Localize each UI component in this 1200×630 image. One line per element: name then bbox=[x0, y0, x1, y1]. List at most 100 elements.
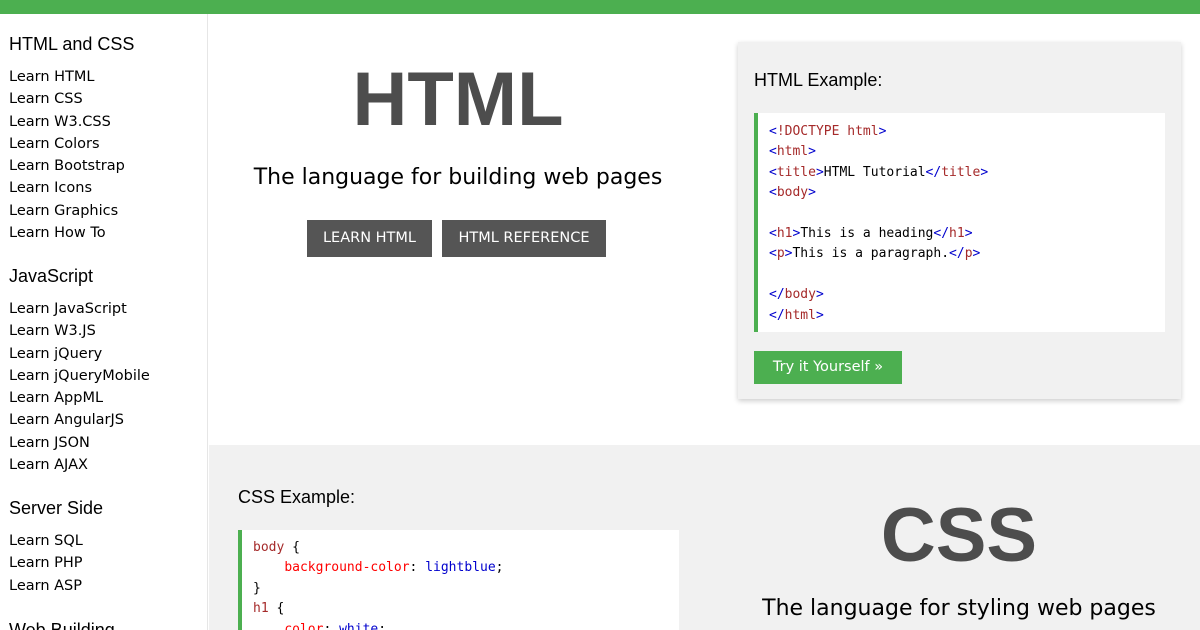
code-token: HTML Tutorial bbox=[823, 164, 926, 180]
sidebar-link-learn-bootstrap[interactable]: Learn Bootstrap bbox=[9, 155, 134, 177]
code-token: ; bbox=[378, 621, 387, 630]
code-token: h1 bbox=[776, 226, 793, 242]
css-hero-subtitle: The language for styling web pages bbox=[762, 596, 1156, 621]
sidebar-link-learn-icons[interactable]: Learn Icons bbox=[9, 177, 134, 199]
code-token: !DOCTYPE html bbox=[776, 124, 879, 139]
code-line: } bbox=[253, 579, 679, 599]
code-token: p bbox=[776, 246, 785, 262]
sidebar-link-learn-appml[interactable]: Learn AppML bbox=[9, 387, 150, 409]
code-token: > bbox=[815, 164, 824, 180]
code-token: </ bbox=[769, 287, 785, 303]
code-token: title bbox=[776, 164, 816, 180]
code-line: <p>This is a paragraph.</p> bbox=[769, 244, 1165, 264]
code-token: lightblue bbox=[425, 560, 496, 576]
code-token: color bbox=[284, 621, 324, 630]
code-token: html bbox=[776, 144, 809, 160]
code-token: This is a paragraph. bbox=[792, 246, 950, 262]
code-line: <!DOCTYPE html> bbox=[769, 122, 1165, 142]
html-example-card: HTML Example: <!DOCTYPE html> <html> <titl… bbox=[738, 42, 1181, 399]
code-token: > bbox=[808, 185, 816, 201]
sidebar-link-learn-asp[interactable]: Learn ASP bbox=[9, 575, 103, 597]
sidebar-link-learn-json[interactable]: Learn JSON bbox=[9, 432, 150, 454]
code-token: white bbox=[339, 621, 379, 630]
html-reference-button[interactable]: HTML REFERENCE bbox=[442, 220, 606, 257]
css-code-block: body { background-color: lightblue;} h1 {… bbox=[238, 530, 679, 630]
code-token: < bbox=[769, 164, 777, 180]
code-token: < bbox=[769, 124, 777, 139]
code-token: body bbox=[784, 287, 816, 303]
code-line: body { bbox=[253, 538, 679, 558]
code-token: > bbox=[972, 246, 981, 262]
code-line: <body> bbox=[769, 183, 1165, 203]
code-line: <h1>This is a heading</h1> bbox=[769, 224, 1165, 244]
code-token: ; bbox=[495, 560, 504, 576]
sidebar-link-learn-colors[interactable]: Learn Colors bbox=[9, 133, 134, 155]
code-line: </html> bbox=[769, 306, 1165, 326]
sidebar-link-learn-angularjs[interactable]: Learn AngularJS bbox=[9, 409, 150, 431]
code-token: : bbox=[323, 621, 340, 630]
learn-html-button[interactable]: LEARN HTML bbox=[307, 220, 432, 257]
sidebar-link-learn-jquerymobile[interactable]: Learn jQueryMobile bbox=[9, 365, 150, 387]
code-line: <html> bbox=[769, 142, 1165, 162]
code-token: < bbox=[769, 246, 777, 262]
code-token: h1 bbox=[949, 226, 965, 242]
sidebar-link-learn-how-to[interactable]: Learn How To bbox=[9, 222, 134, 244]
code-token: < bbox=[769, 226, 777, 242]
code-token: </ bbox=[769, 307, 785, 323]
code-token: < bbox=[769, 185, 777, 201]
code-line: color: white; bbox=[253, 620, 679, 630]
code-token: p bbox=[964, 246, 973, 262]
code-token: </ bbox=[925, 164, 942, 180]
code-token: body bbox=[776, 185, 809, 201]
sidebar-section-javascript: JavaScript Learn JavaScript Learn W3.JS … bbox=[0, 263, 150, 476]
sidebar-heading: Web Building bbox=[9, 620, 115, 630]
sidebar-section-server-side: Server Side Learn SQL Learn PHP Learn AS… bbox=[0, 495, 103, 597]
sidebar-link-learn-html[interactable]: Learn HTML bbox=[9, 66, 134, 88]
code-token: { bbox=[284, 540, 300, 555]
code-token: background-color bbox=[284, 560, 410, 576]
html-hero-title: HTML bbox=[352, 57, 564, 142]
code-line: </body> bbox=[769, 285, 1165, 305]
sidebar-heading: HTML and CSS bbox=[9, 34, 135, 54]
code-token: : bbox=[409, 560, 426, 576]
sidebar-link-learn-ajax[interactable]: Learn AJAX bbox=[9, 454, 150, 476]
code-line: background-color: lightblue; bbox=[253, 558, 679, 578]
code-token: html bbox=[784, 307, 816, 323]
sidebar-link-learn-w3js[interactable]: Learn W3.JS bbox=[9, 320, 150, 342]
code-token: This is a heading bbox=[800, 226, 934, 242]
sidebar-link-learn-javascript[interactable]: Learn JavaScript bbox=[9, 298, 150, 320]
code-line: <title>HTML Tutorial</title> bbox=[769, 163, 1165, 183]
sidebar-section-html-css: HTML and CSS Learn HTML Learn CSS Learn … bbox=[0, 31, 134, 244]
html-example-title: HTML Example: bbox=[754, 70, 883, 90]
sidebar-link-learn-jquery[interactable]: Learn jQuery bbox=[9, 343, 150, 365]
sidebar-link-learn-sql[interactable]: Learn SQL bbox=[9, 530, 103, 552]
sidebar-section-web-building: Web Building bbox=[0, 617, 115, 630]
css-example-title: CSS Example: bbox=[238, 487, 356, 507]
css-hero-title: CSS bbox=[880, 493, 1038, 578]
top-accent-bar bbox=[0, 0, 1200, 14]
code-token: </ bbox=[949, 246, 965, 262]
sidebar: HTML and CSS Learn HTML Learn CSS Learn … bbox=[0, 14, 208, 630]
sidebar-link-learn-w3css[interactable]: Learn W3.CSS bbox=[9, 111, 134, 133]
code-token: body bbox=[253, 540, 285, 555]
sidebar-link-learn-css[interactable]: Learn CSS bbox=[9, 88, 134, 110]
sidebar-link-learn-graphics[interactable]: Learn Graphics bbox=[9, 200, 134, 222]
code-token: } bbox=[253, 580, 261, 596]
code-token: > bbox=[815, 307, 824, 323]
code-token: > bbox=[815, 287, 824, 303]
css-section: CSS Example: body { background-color: li… bbox=[209, 445, 1200, 630]
sidebar-heading: Server Side bbox=[9, 498, 104, 518]
code-token: < bbox=[769, 144, 777, 160]
code-token: h1 bbox=[253, 601, 269, 617]
code-token: > bbox=[878, 124, 887, 139]
sidebar-link-learn-php[interactable]: Learn PHP bbox=[9, 552, 103, 574]
code-token: { bbox=[268, 601, 285, 617]
try-it-yourself-button[interactable]: Try it Yourself » bbox=[754, 351, 902, 384]
code-token: title bbox=[941, 164, 981, 180]
code-token: > bbox=[808, 144, 816, 160]
html-hero-subtitle: The language for building web pages bbox=[253, 165, 663, 190]
